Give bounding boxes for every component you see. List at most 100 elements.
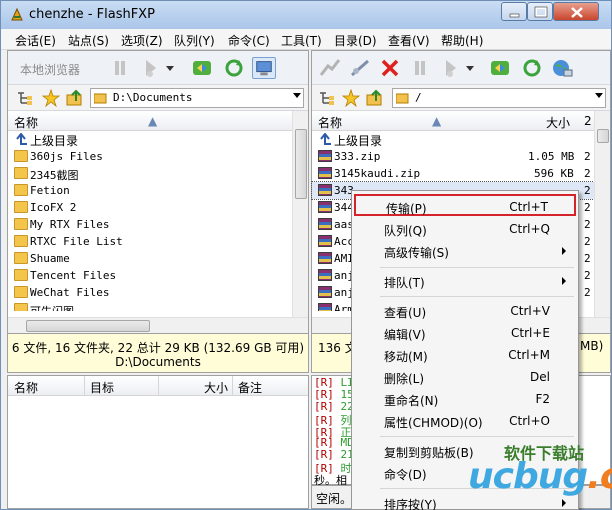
list-item[interactable]: Fetion: [8, 182, 292, 199]
local-browser-pane: 本地浏览器 D:\Documents 名称 ▲ 上级目录 360js Files…: [7, 50, 309, 370]
local-hscroll-thumb[interactable]: [26, 320, 150, 332]
remote-vertical-scrollbar[interactable]: [594, 111, 610, 317]
folder-icon: [14, 201, 28, 213]
menu-sites[interactable]: 站点(S): [68, 32, 109, 49]
local-vertical-scrollbar[interactable]: [292, 111, 308, 317]
remote-path-dropdown-arrow[interactable]: [595, 93, 603, 98]
queue-column-header: 名称 目标 大小 备注: [8, 376, 308, 396]
close-icon: [571, 7, 583, 18]
transfer-icon[interactable]: [140, 57, 164, 79]
menu-queue[interactable]: 队列(Y): [174, 32, 215, 49]
archive-file-icon: [318, 303, 332, 311]
folder-icon: [14, 218, 28, 230]
local-path-input[interactable]: D:\Documents: [90, 88, 304, 108]
context-move[interactable]: 移动(M) Ctrl+M: [354, 344, 576, 366]
disconnect-plug-icon[interactable]: [348, 57, 372, 79]
sort-asc-icon: ▲: [148, 114, 158, 128]
folder-icon: [14, 167, 28, 179]
context-schedule[interactable]: 排队(T): [354, 270, 576, 292]
remote-col-name[interactable]: 名称: [318, 114, 342, 131]
menu-directory[interactable]: 目录(D): [334, 32, 377, 49]
refresh-icon[interactable]: [520, 57, 544, 79]
list-item[interactable]: Shuame: [8, 250, 292, 267]
minimize-button[interactable]: [501, 2, 527, 21]
refresh-icon[interactable]: [222, 57, 246, 79]
up-arrow-icon: [320, 133, 331, 145]
local-path-text: D:\Documents: [113, 91, 193, 104]
queue-col-note[interactable]: 备注: [238, 379, 262, 396]
list-item[interactable]: RTXC File List: [8, 233, 292, 250]
sort-asc-icon: ▲: [432, 114, 442, 128]
local-updir-row[interactable]: 上级目录: [8, 131, 292, 148]
list-item[interactable]: 360js Files: [8, 148, 292, 165]
local-toolbar: 本地浏览器: [8, 51, 308, 85]
tree-view-icon[interactable]: [16, 90, 34, 106]
menu-commands[interactable]: 命令(C): [228, 32, 270, 49]
archive-file-icon: [318, 167, 332, 179]
close-button[interactable]: [553, 2, 599, 21]
transfer-green-icon[interactable]: [190, 57, 214, 79]
remote-status-tail: MB): [580, 339, 604, 353]
remote-col-extra[interactable]: 2: [584, 114, 592, 128]
globe-site-icon[interactable]: [550, 57, 574, 79]
abort-x-icon[interactable]: [378, 57, 402, 79]
column-divider[interactable]: [84, 376, 85, 396]
table-row[interactable]: 3145kaudi.zip 596 KB 2: [312, 165, 594, 182]
local-horizontal-scrollbar[interactable]: [8, 317, 308, 333]
list-item[interactable]: Tencent Files: [8, 267, 292, 284]
favorites-star-icon[interactable]: [342, 89, 360, 107]
transfer-green-icon[interactable]: [488, 57, 512, 79]
dropdown-arrow-icon[interactable]: [464, 57, 476, 79]
local-address-bar: D:\Documents: [8, 85, 308, 111]
context-edit[interactable]: 编辑(V) Ctrl+E: [354, 322, 576, 344]
local-vscroll-thumb[interactable]: [295, 129, 307, 199]
menu-options[interactable]: 选项(Z): [121, 32, 163, 49]
menu-help[interactable]: 帮助(H): [441, 32, 483, 49]
menu-session[interactable]: 会话(E): [15, 32, 56, 49]
menu-tools[interactable]: 工具(T): [281, 32, 322, 49]
list-item[interactable]: IcoFX 2: [8, 199, 292, 216]
pause-icon[interactable]: [108, 57, 132, 79]
maximize-icon: [534, 6, 548, 18]
table-row[interactable]: 333.zip 1.05 MB 2: [312, 148, 594, 165]
submenu-arrow-icon: [562, 247, 566, 255]
connect-icon[interactable]: [318, 57, 342, 79]
transfer-icon[interactable]: [440, 57, 464, 79]
pause-icon[interactable]: [408, 57, 432, 79]
parent-folder-icon[interactable]: [366, 89, 384, 107]
local-browser-label: 本地浏览器: [20, 63, 81, 77]
favorites-star-icon[interactable]: [42, 89, 60, 107]
tree-view-icon[interactable]: [318, 90, 336, 106]
column-divider[interactable]: [158, 376, 159, 396]
local-col-name[interactable]: 名称: [14, 114, 38, 131]
local-path-dropdown-arrow[interactable]: [293, 93, 301, 98]
submenu-arrow-icon: [562, 277, 566, 285]
remote-col-size[interactable]: 大小: [546, 114, 570, 131]
list-item[interactable]: 可牛闪图: [8, 301, 292, 311]
queue-col-size[interactable]: 大小: [204, 379, 228, 396]
menu-view[interactable]: 查看(V): [388, 32, 430, 49]
context-rename[interactable]: 重命名(N) F2: [354, 388, 576, 410]
context-view[interactable]: 查看(U) Ctrl+V: [354, 300, 576, 322]
context-advanced-transfer[interactable]: 高级传输(S): [354, 240, 576, 262]
window-title: chenzhe - FlashFXP: [29, 7, 155, 22]
list-item[interactable]: 2345截图: [8, 165, 292, 182]
queue-col-target[interactable]: 目标: [90, 379, 114, 396]
dropdown-arrow-icon[interactable]: [164, 57, 176, 79]
remote-vscroll-thumb[interactable]: [597, 129, 609, 143]
context-transfer[interactable]: 传输(P) Ctrl+T: [354, 194, 576, 216]
remote-updir-row[interactable]: 上级目录: [312, 131, 594, 148]
maximize-button[interactable]: [527, 2, 553, 21]
context-chmod[interactable]: 属性(CHMOD)(O) Ctrl+O: [354, 410, 576, 432]
context-queue[interactable]: 队列(Q) Ctrl+Q: [354, 218, 576, 240]
list-item[interactable]: My RTX Files: [8, 216, 292, 233]
remote-address-bar: /: [312, 85, 610, 111]
list-item[interactable]: WeChat Files: [8, 284, 292, 301]
column-divider[interactable]: [232, 376, 233, 396]
context-delete[interactable]: 删除(L) Del: [354, 366, 576, 388]
folder-icon: [14, 286, 28, 298]
queue-col-name[interactable]: 名称: [14, 379, 38, 396]
local-computer-icon[interactable]: [252, 57, 276, 79]
remote-path-input[interactable]: /: [392, 88, 606, 108]
parent-folder-icon[interactable]: [66, 89, 84, 107]
